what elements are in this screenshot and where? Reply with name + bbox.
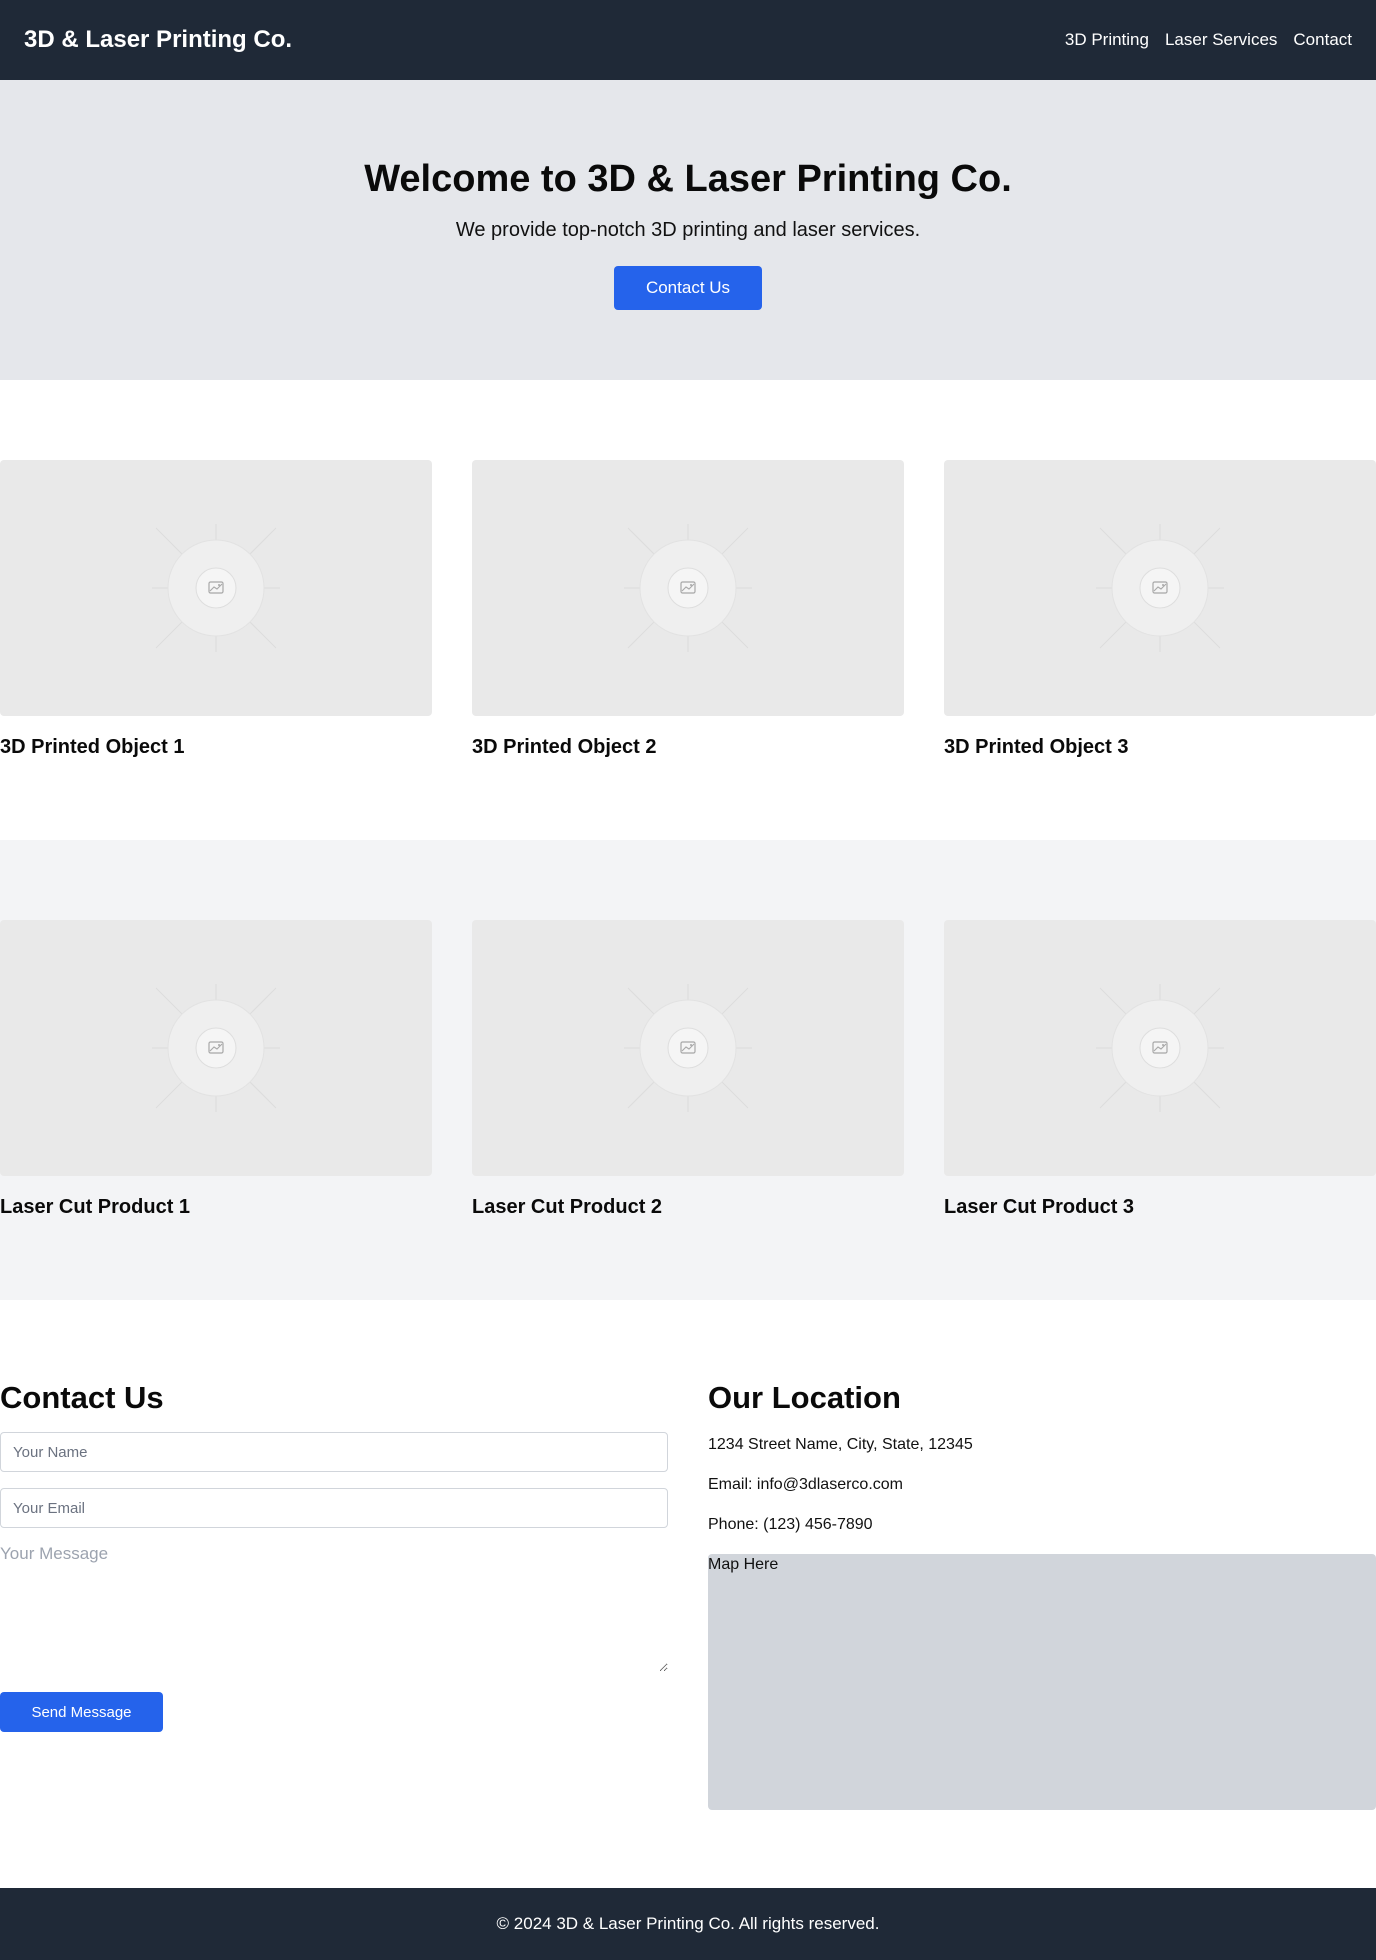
gallery-card[interactable]: Laser Cut Product 1	[0, 920, 432, 1219]
hero-subtitle: We provide top-notch 3D printing and las…	[455, 218, 921, 241]
card-title: Laser Cut Product 2	[472, 1196, 663, 1218]
image-placeholder-icon	[0, 460, 432, 716]
brand-logo[interactable]: 3D & Laser Printing Co.	[24, 26, 292, 54]
main-nav: 3D Printing Laser Services Contact	[1065, 30, 1352, 50]
gallery-card[interactable]: 3D Printed Object 1	[0, 460, 432, 759]
image-placeholder-icon	[944, 460, 1376, 716]
card-title: Laser Cut Product 3	[944, 1196, 1135, 1218]
name-field[interactable]	[0, 1432, 668, 1472]
image-placeholder-icon	[944, 920, 1376, 1176]
contact-form: Contact Us Send Message	[0, 1380, 668, 1888]
map-placeholder[interactable]: Map Here	[708, 1554, 1376, 1810]
gallery-card[interactable]: 3D Printed Object 2	[472, 460, 904, 759]
image-placeholder-icon	[0, 920, 432, 1176]
footer: © 2024 3D & Laser Printing Co. All right…	[0, 1888, 1376, 1960]
phone-text: Phone: (123) 456-7890	[708, 1516, 873, 1533]
nav-link-3d-printing[interactable]: 3D Printing	[1065, 30, 1149, 50]
hero-section: Welcome to 3D & Laser Printing Co. We pr…	[0, 80, 1376, 380]
location-title: Our Location	[708, 1380, 901, 1415]
hero-title: Welcome to 3D & Laser Printing Co.	[364, 158, 1012, 200]
contact-us-button[interactable]: Contact Us	[614, 265, 762, 310]
contact-section: Contact Us Send Message Our Location 123…	[0, 1300, 1376, 1888]
gallery-card[interactable]: 3D Printed Object 3	[944, 460, 1376, 759]
navbar: 3D & Laser Printing Co. 3D Printing Lase…	[0, 0, 1376, 80]
card-title: 3D Printed Object 3	[944, 736, 1129, 758]
email-text: Email: info@3dlaserco.com	[708, 1476, 903, 1493]
message-field[interactable]	[0, 1544, 668, 1672]
card-title: 3D Printed Object 1	[0, 736, 185, 758]
map-label: Map Here	[708, 1556, 779, 1573]
3d-printing-gallery: 3D Printed Object 1 3D Printed Object 2 …	[0, 380, 1376, 840]
image-placeholder-icon	[472, 460, 904, 716]
nav-link-contact[interactable]: Contact	[1293, 30, 1352, 50]
card-title: 3D Printed Object 2	[472, 736, 657, 758]
gallery-card[interactable]: Laser Cut Product 3	[944, 920, 1376, 1219]
image-placeholder-icon	[472, 920, 904, 1176]
gallery-card[interactable]: Laser Cut Product 2	[472, 920, 904, 1219]
contact-title: Contact Us	[0, 1380, 164, 1415]
send-message-button[interactable]: Send Message	[0, 1692, 163, 1732]
email-field[interactable]	[0, 1488, 668, 1528]
laser-services-gallery: Laser Cut Product 1 Laser Cut Product 2 …	[0, 840, 1376, 1300]
location-panel: Our Location 1234 Street Name, City, Sta…	[708, 1380, 1376, 1888]
nav-link-laser-services[interactable]: Laser Services	[1165, 30, 1277, 50]
address-text: 1234 Street Name, City, State, 12345	[708, 1436, 973, 1453]
card-title: Laser Cut Product 1	[0, 1196, 191, 1218]
copyright-text: © 2024 3D & Laser Printing Co. All right…	[496, 1914, 880, 1933]
